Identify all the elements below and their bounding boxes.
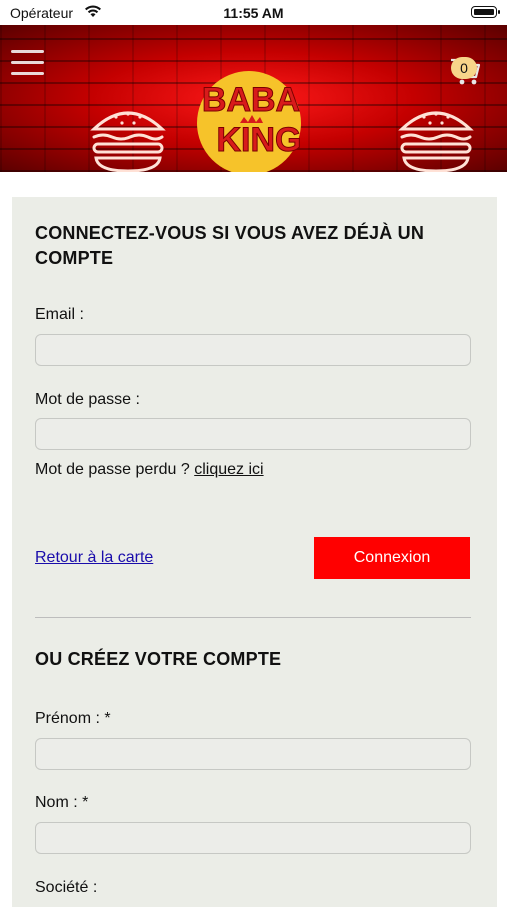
section-divider	[35, 617, 471, 618]
account-form-card: CONNECTEZ-VOUS SI VOUS AVEZ DÉJÀ UN COMP…	[12, 197, 497, 907]
password-field[interactable]	[35, 418, 471, 450]
hamburger-menu-icon[interactable]	[11, 50, 44, 76]
cart-button[interactable]: 0	[449, 45, 489, 85]
lost-password-prompt: Mot de passe perdu ?	[35, 461, 195, 478]
battery-icon	[471, 6, 500, 18]
svg-text:BABA: BABA	[202, 81, 300, 119]
first-name-label: Prénom : *	[35, 710, 111, 727]
register-section-title: OU CRÉEZ VOTRE COMPTE	[35, 649, 282, 669]
svg-text:KING: KING	[217, 121, 302, 159]
company-label: Société :	[35, 879, 98, 896]
neon-burger-icon	[398, 111, 474, 172]
cart-count-badge: 0	[451, 57, 477, 79]
clock-time: 11:55 AM	[223, 5, 284, 21]
lost-password-link[interactable]: cliquez ici	[194, 461, 263, 478]
email-label: Email :	[35, 306, 84, 323]
neon-burger-icon	[90, 111, 166, 172]
brand-header: BABA KING 0	[0, 25, 507, 172]
last-name-label: Nom : *	[35, 794, 89, 811]
status-bar: Opérateur 11:55 AM	[0, 0, 507, 25]
lost-password-text: Mot de passe perdu ? cliquez ici	[35, 461, 264, 479]
back-to-menu-link[interactable]: Retour à la carte	[35, 549, 153, 567]
login-button[interactable]: Connexion	[314, 537, 470, 579]
baba-king-logo: BABA KING	[197, 71, 302, 172]
login-section-title: CONNECTEZ-VOUS SI VOUS AVEZ DÉJÀ UN COMP…	[35, 223, 425, 268]
email-field[interactable]	[35, 334, 471, 366]
first-name-field[interactable]	[35, 738, 471, 770]
password-label: Mot de passe :	[35, 391, 140, 408]
last-name-field[interactable]	[35, 822, 471, 854]
